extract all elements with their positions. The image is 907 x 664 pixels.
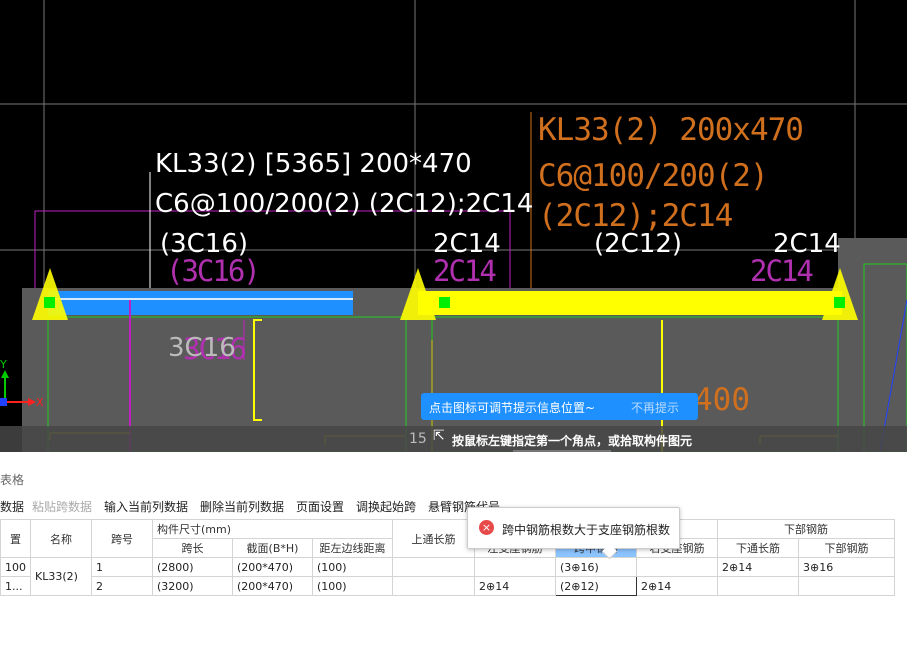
grip-point	[44, 297, 55, 308]
cell-top-long[interactable]	[392, 557, 475, 577]
table-row: 100 KL33(2) 1 (2800) (200*470) (100) (3⊕…	[0, 557, 895, 596]
hint-tooltip[interactable]: 点击图标可调节提示信息位置~ 不再提示	[421, 393, 698, 420]
top-rebar-band	[418, 291, 842, 315]
col-header-bottom: 下部钢筋	[798, 538, 895, 558]
col-header-top-long: 上通长筋	[392, 519, 475, 558]
col-header-position: 置	[0, 519, 31, 558]
rebar-highlight	[48, 298, 353, 300]
cell-position[interactable]: 100	[0, 557, 31, 577]
cursor-icon: ⇱	[433, 428, 445, 444]
status-number: 15	[409, 431, 427, 447]
orange-dimension-text: 400	[694, 382, 750, 418]
cell-right-seat[interactable]	[636, 557, 718, 577]
grip-point	[834, 297, 845, 308]
beam-label-line1: KL33(2) [5365] 200*470	[155, 149, 472, 179]
cell-mid[interactable]: (3⊕16)	[555, 557, 637, 577]
panel-title: 表格	[0, 473, 25, 487]
col-header-span: 跨号	[91, 519, 153, 558]
cad-drawing	[0, 0, 907, 452]
hint-text: 点击图标可调节提示信息位置~	[429, 401, 596, 415]
orange-label-line2: C6@100/200(2)	[538, 158, 769, 194]
magenta-label-a: (3C16)	[166, 254, 261, 288]
cell-edge[interactable]: (100)	[312, 557, 393, 577]
cell-bottom-long[interactable]: 2⊕14	[717, 557, 799, 577]
cell-left-seat[interactable]: 2⊕14	[474, 576, 556, 596]
cell-edge[interactable]: (100)	[312, 576, 393, 596]
cell-position[interactable]: 1...	[0, 576, 31, 596]
toolbar-item-input-column[interactable]: 输入当前列数据	[104, 498, 188, 515]
col-header-name: 名称	[30, 519, 92, 558]
cell-right-seat[interactable]: 2⊕14	[636, 576, 718, 596]
magenta-label-c: 2C14	[750, 254, 814, 288]
cell-top-long[interactable]	[392, 576, 475, 596]
toolbar-item-delete-column[interactable]: 删除当前列数据	[200, 498, 284, 515]
col-header-section: 截面(B*H)	[232, 538, 313, 558]
toolbar-item-swap-start[interactable]: 调换起始跨	[356, 498, 416, 515]
cell-bottom[interactable]: 3⊕16	[798, 557, 895, 577]
magenta-label-b: 2C14	[433, 254, 497, 288]
toolbar-item-paste-span[interactable]: 粘贴跨数据	[32, 498, 92, 515]
cad-canvas[interactable]: KL33(2) [5365] 200*470 C6@100/200(2) (2C…	[0, 0, 907, 452]
table-header-row-1: 置 名称 跨号 构件尺寸(mm) 上通长筋 下部钢筋	[0, 519, 895, 558]
toolbar-item-page-setup[interactable]: 页面设置	[296, 498, 344, 515]
cell-name[interactable]: KL33(2)	[30, 557, 92, 596]
dismiss-hint-button[interactable]: 不再提示	[631, 399, 679, 416]
cell-span[interactable]: 2	[91, 576, 153, 596]
y-axis-arrow-icon	[1, 370, 9, 378]
orange-label-line3: (2C12);2C14	[538, 198, 733, 234]
col-header-edge-distance: 距左边线距离	[312, 538, 393, 558]
selected-rebar-band	[48, 291, 353, 315]
column-right	[838, 238, 907, 452]
span-table: 置 名称 跨号 构件尺寸(mm) 上通长筋 下部钢筋 跨长 截面(B*H) 距左…	[0, 519, 895, 596]
cell-section[interactable]: (200*470)	[232, 557, 313, 577]
orange-label-line1: KL33(2) 200x470	[538, 112, 804, 148]
col-header-bottom-group: 下部钢筋	[717, 519, 895, 539]
cell-span-length[interactable]: (2800)	[152, 557, 233, 577]
command-prompt: 按鼠标左键指定第一个角点，或拾取构件图元	[452, 434, 693, 448]
error-message: 跨中钢筋根数大于支座钢筋根数	[502, 523, 671, 537]
toolbar-item-data[interactable]: 数据	[0, 498, 24, 515]
cell-section[interactable]: (200*470)	[232, 576, 313, 596]
cell-bottom-long[interactable]	[717, 576, 799, 596]
col-header-bottom-long: 下通长筋	[717, 538, 799, 558]
origin-icon	[0, 398, 7, 406]
grey-rebar-label: 3C16	[168, 333, 236, 363]
x-axis-label: X	[36, 396, 44, 409]
cell-mid-active[interactable]: (2⊕12)	[555, 576, 637, 596]
beam-label-line2: C6@100/200(2) (2C12);2C14	[155, 189, 534, 219]
error-popup: × 跨中钢筋根数大于支座钢筋根数	[467, 507, 680, 560]
cell-left-seat[interactable]	[474, 557, 556, 577]
table-row: 1... 2 (3200) (200*470) (100) 2⊕14 (2⊕12…	[0, 576, 895, 596]
y-axis-label: Y	[0, 358, 7, 371]
grip-point	[439, 297, 450, 308]
cell-span-length[interactable]: (3200)	[152, 576, 233, 596]
col-header-span-length: 跨长	[152, 538, 233, 558]
col-header-dims: 构件尺寸(mm)	[152, 519, 393, 539]
cell-span[interactable]: 1	[91, 557, 153, 577]
cell-bottom[interactable]	[798, 576, 895, 596]
error-icon: ×	[479, 520, 494, 535]
